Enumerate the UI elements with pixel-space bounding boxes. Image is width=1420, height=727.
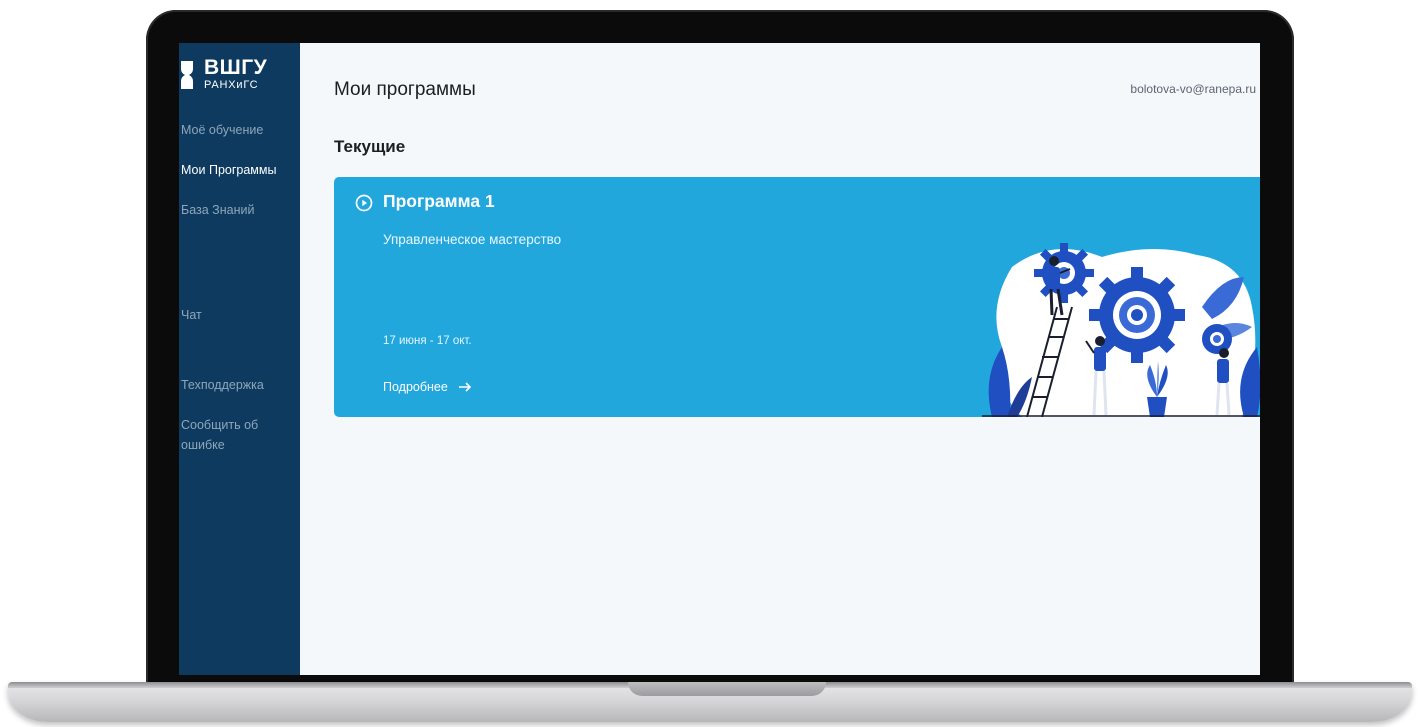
brand-subtitle: РАНХиГС [204, 79, 259, 91]
sidebar-item-chat[interactable]: Чат [181, 305, 296, 325]
program-title[interactable]: Программа 1 [383, 191, 495, 212]
user-email[interactable]: bolotova-vo@ranepa.ru [1130, 82, 1256, 96]
more-details-link[interactable]: Подробнее [383, 380, 472, 394]
laptop-base [8, 682, 1412, 722]
sidebar-item-support[interactable]: Техподдержка [181, 375, 296, 395]
gears-team-illustration [982, 243, 1260, 417]
more-details-label: Подробнее [383, 380, 448, 394]
program-dates: 17 июня - 17 окт. [383, 335, 472, 347]
sidebar: ВШГУ РАНХиГС Моё обучение Мои Программы … [179, 43, 300, 675]
play-circle-icon [355, 194, 373, 212]
brand-name: ВШГУ [204, 56, 268, 79]
laptop-base-notch [628, 682, 826, 696]
brand-logo[interactable]: ВШГУ РАНХиГС [179, 57, 299, 97]
logo-mark-icon [181, 61, 193, 89]
app-screen: ВШГУ РАНХиГС Моё обучение Мои Программы … [179, 43, 1260, 675]
sidebar-item-knowledge-base[interactable]: База Знаний [181, 200, 296, 220]
program-card[interactable]: Программа 1 Управленческое мастерство 17… [334, 177, 1260, 417]
section-title-current: Текущие [334, 137, 406, 156]
page-title: Мои программы [334, 79, 476, 100]
sidebar-item-my-programs[interactable]: Мои Программы [181, 160, 296, 180]
sidebar-item-report-bug[interactable]: Сообщить об ошибке [181, 415, 296, 455]
sidebar-item-my-learning[interactable]: Моё обучение [181, 120, 296, 140]
arrow-right-icon [458, 382, 471, 392]
program-subtitle: Управленческое мастерство [383, 232, 562, 247]
